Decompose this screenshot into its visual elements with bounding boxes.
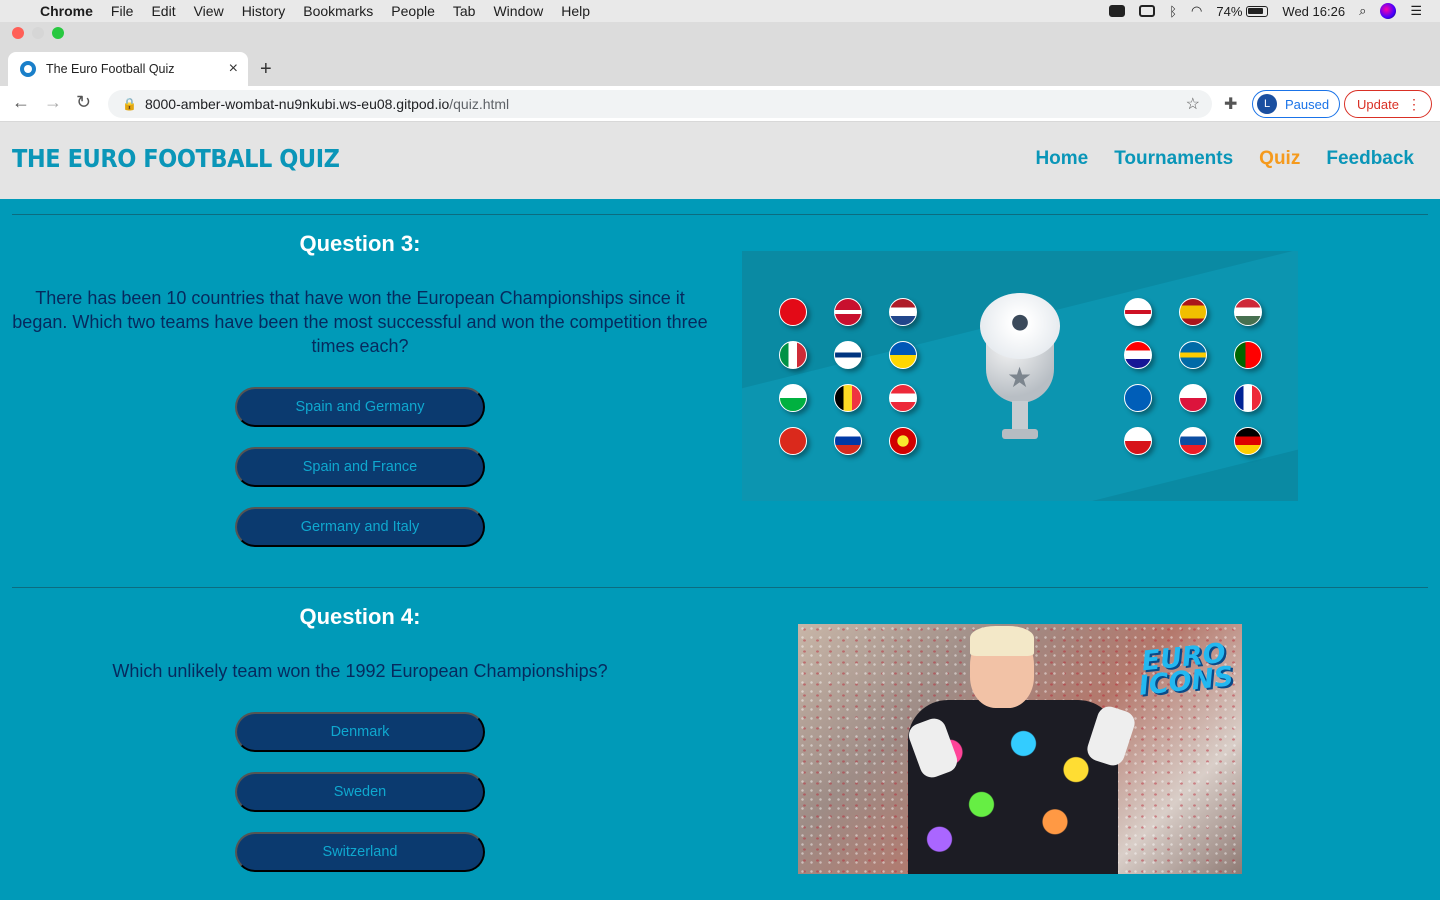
football-favicon-icon bbox=[20, 61, 36, 77]
address-bar[interactable]: 🔒 8000-amber-wombat-nu9nkubi.ws-eu08.git… bbox=[108, 90, 1212, 118]
flag-turkey-icon bbox=[779, 298, 807, 326]
flag-croatia-icon bbox=[1124, 341, 1152, 369]
avatar: L bbox=[1257, 94, 1277, 114]
flag-germany-icon bbox=[1234, 427, 1262, 455]
menu-edit[interactable]: Edit bbox=[151, 3, 175, 19]
battery-status[interactable]: 74% bbox=[1216, 3, 1269, 19]
screen-record-icon[interactable] bbox=[1109, 5, 1126, 17]
more-icon[interactable]: ⋮ bbox=[1407, 96, 1421, 113]
flag-scotland-icon bbox=[1124, 384, 1152, 412]
flag-sweden-icon bbox=[1179, 341, 1207, 369]
flag-slovakia-icon bbox=[1179, 427, 1207, 455]
flag-ukraine-icon bbox=[889, 341, 917, 369]
flag-czech-republic-icon bbox=[1124, 427, 1152, 455]
question-3-title: Question 3: bbox=[299, 231, 421, 256]
minimize-window-button[interactable] bbox=[32, 27, 44, 39]
menu-tab[interactable]: Tab bbox=[453, 3, 476, 19]
update-label: Update bbox=[1357, 96, 1399, 112]
search-icon[interactable]: ⌕ bbox=[1359, 3, 1366, 19]
euro-flags-trophy-image: ★ bbox=[742, 251, 1298, 501]
forward-icon[interactable]: → bbox=[44, 92, 62, 113]
url-path: /quiz.html bbox=[449, 96, 510, 112]
siri-icon[interactable] bbox=[1380, 3, 1397, 19]
flag-russia-icon bbox=[834, 427, 862, 455]
battery-percent: 74% bbox=[1216, 3, 1243, 19]
flag-netherlands-icon bbox=[889, 298, 917, 326]
wifi-icon[interactable]: ◠ bbox=[1191, 3, 1202, 19]
window-titlebar bbox=[0, 22, 1440, 44]
menu-file[interactable]: File bbox=[111, 3, 134, 19]
flag-finland-icon bbox=[834, 341, 862, 369]
macos-menu-bar: Chrome File Edit View History Bookmarks … bbox=[0, 0, 1440, 22]
url-host: 8000-amber-wombat-nu9nkubi.ws-eu08.gitpo… bbox=[144, 96, 450, 112]
bookmark-star-icon[interactable]: ☆ bbox=[1186, 94, 1200, 114]
flag-england-icon bbox=[1124, 298, 1152, 326]
star-icon: ★ bbox=[1007, 362, 1033, 393]
reload-icon[interactable]: ↻ bbox=[76, 92, 91, 113]
flag-denmark-icon bbox=[834, 298, 862, 326]
zoom-window-button[interactable] bbox=[52, 27, 64, 39]
close-tab-icon[interactable]: × bbox=[229, 60, 238, 78]
flag-hungary-icon bbox=[1234, 298, 1262, 326]
menubar-status-area: ᛒ ◠ 74% Wed 16:26 ⌕ ☰ bbox=[1109, 0, 1422, 22]
new-tab-button[interactable]: + bbox=[260, 58, 272, 81]
flag-austria-icon bbox=[889, 384, 917, 412]
answer-button[interactable]: Denmark bbox=[235, 712, 485, 752]
nav-feedback[interactable]: Feedback bbox=[1326, 148, 1414, 170]
answer-button[interactable]: Germany and Italy bbox=[235, 507, 485, 547]
euro-icons-logo: EURO ICONS bbox=[1137, 637, 1235, 702]
flag-belgium-icon bbox=[834, 384, 862, 412]
main-nav: Home Tournaments Quiz Feedback bbox=[1035, 148, 1414, 170]
control-center-icon[interactable]: ☰ bbox=[1410, 3, 1422, 19]
divider bbox=[12, 587, 1428, 588]
divider bbox=[12, 214, 1428, 215]
tab-strip: The Euro Football Quiz × + bbox=[0, 44, 1440, 86]
close-window-button[interactable] bbox=[12, 27, 24, 39]
browser-toolbar: ← → ↻ 🔒 8000-amber-wombat-nu9nkubi.ws-eu… bbox=[0, 86, 1440, 122]
flag-poland-icon bbox=[1179, 384, 1207, 412]
battery-icon bbox=[1246, 5, 1269, 17]
bluetooth-icon[interactable]: ᛒ bbox=[1169, 4, 1177, 19]
answer-button[interactable]: Spain and Germany bbox=[235, 387, 485, 427]
menu-history[interactable]: History bbox=[242, 3, 286, 19]
menu-window[interactable]: Window bbox=[493, 3, 543, 19]
browser-tab[interactable]: The Euro Football Quiz × bbox=[8, 52, 248, 86]
answer-button[interactable]: Spain and France bbox=[235, 447, 485, 487]
menu-people[interactable]: People bbox=[391, 3, 435, 19]
back-icon[interactable]: ← bbox=[12, 92, 30, 113]
football-icon bbox=[980, 293, 1060, 359]
flag-switzerland-icon bbox=[779, 427, 807, 455]
clock[interactable]: Wed 16:26 bbox=[1282, 4, 1345, 19]
profile-button[interactable]: L Paused bbox=[1252, 90, 1340, 118]
site-header: THE EURO FOOTBALL QUIZ Home Tournaments … bbox=[0, 122, 1440, 199]
question-3-text: There has been 10 countries that have wo… bbox=[12, 288, 708, 356]
flag-portugal-icon bbox=[1234, 341, 1262, 369]
flag-italy-icon bbox=[779, 341, 807, 369]
answer-button[interactable]: Switzerland bbox=[235, 832, 485, 872]
nav-quiz[interactable]: Quiz bbox=[1259, 148, 1300, 170]
flag-spain-icon bbox=[1179, 298, 1207, 326]
update-button[interactable]: Update ⋮ bbox=[1344, 90, 1432, 118]
answer-button[interactable]: Sweden bbox=[235, 772, 485, 812]
site-logo[interactable]: THE EURO FOOTBALL QUIZ bbox=[12, 144, 340, 173]
nav-tournaments[interactable]: Tournaments bbox=[1114, 148, 1233, 170]
goalkeeper-photo: EURO ICONS bbox=[798, 624, 1242, 874]
question-4-title: Question 4: bbox=[299, 604, 421, 629]
lock-icon[interactable]: 🔒 bbox=[122, 97, 137, 111]
airplay-icon[interactable] bbox=[1139, 5, 1156, 17]
menu-app-name[interactable]: Chrome bbox=[40, 3, 93, 19]
menu-bookmarks[interactable]: Bookmarks bbox=[303, 3, 373, 19]
question-4-text: Which unlikely team won the 1992 Europea… bbox=[112, 661, 608, 681]
flag-wales-icon bbox=[779, 384, 807, 412]
nav-home[interactable]: Home bbox=[1035, 148, 1088, 170]
extensions-icon[interactable]: ✚ bbox=[1224, 94, 1237, 114]
flag-north-macedonia-icon bbox=[889, 427, 917, 455]
profile-status: Paused bbox=[1285, 96, 1330, 112]
menu-help[interactable]: Help bbox=[561, 3, 590, 19]
flag-france-icon bbox=[1234, 384, 1262, 412]
menu-view[interactable]: View bbox=[194, 3, 224, 19]
tab-title: The Euro Football Quiz bbox=[46, 62, 175, 76]
